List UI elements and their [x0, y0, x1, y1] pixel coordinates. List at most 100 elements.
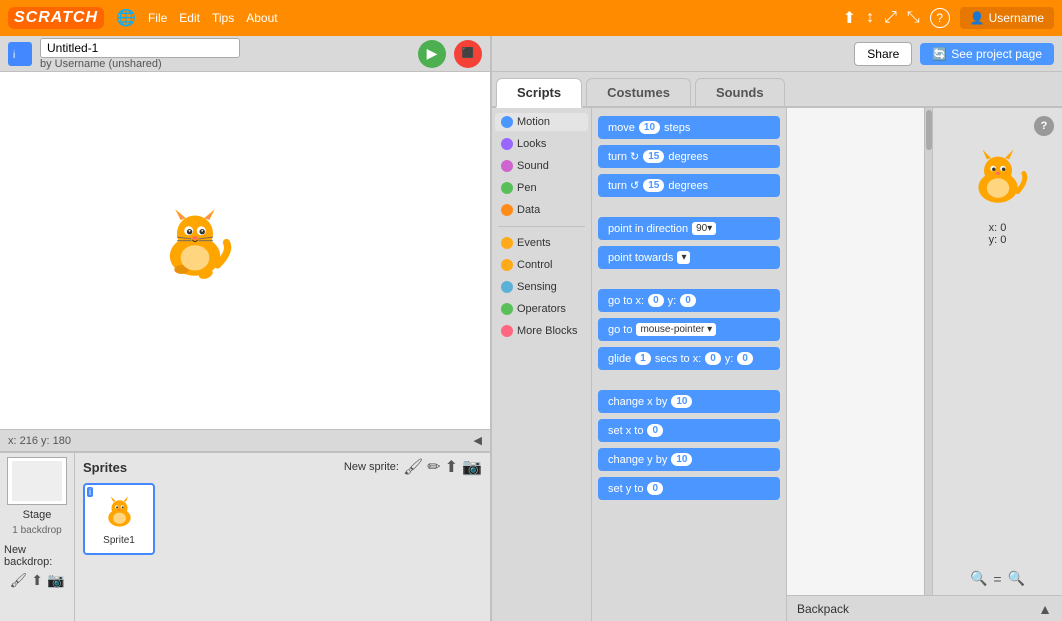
glide-secs[interactable]: 1 — [635, 352, 651, 365]
move-steps-block[interactable]: move 10 steps — [598, 116, 780, 139]
see-project-button[interactable]: 🔄 See project page — [920, 43, 1054, 65]
stage-subtitle: by Username (unshared) — [40, 58, 410, 70]
paint-sprite-icon[interactable]: 🖌 — [403, 457, 423, 477]
set-x-block[interactable]: set x to 0 — [598, 419, 780, 442]
costumes-tab[interactable]: Costumes — [586, 78, 691, 106]
glide-x[interactable]: 0 — [705, 352, 721, 365]
more-blocks-category[interactable]: More Blocks — [495, 322, 588, 340]
goto-x-number[interactable]: 0 — [648, 294, 664, 307]
backpack-label: Backpack — [797, 602, 849, 616]
expand2-icon[interactable]: ⤡ — [907, 9, 920, 27]
edit-menu[interactable]: Edit — [179, 11, 200, 25]
motion-category[interactable]: Motion — [495, 113, 588, 131]
share-button[interactable]: Share — [854, 42, 912, 66]
stop-button[interactable]: ⬛ — [454, 40, 482, 68]
change-y-block[interactable]: change y by 10 — [598, 448, 780, 471]
glide-block[interactable]: glide 1 secs to x: 0 y: 0 — [598, 347, 780, 370]
motion-label: Motion — [517, 116, 550, 128]
point-towards-dropdown[interactable]: ▾ — [677, 251, 690, 264]
turn-ccw-block[interactable]: turn ↺ 15 degrees — [598, 174, 780, 197]
stage-label: Stage — [23, 509, 52, 521]
operators-category[interactable]: Operators — [495, 300, 588, 318]
point-towards-block[interactable]: point towards ▾ — [598, 246, 780, 269]
set-y-block[interactable]: set y to 0 — [598, 477, 780, 500]
change-y-number[interactable]: 10 — [671, 453, 692, 466]
move-steps-number[interactable]: 10 — [639, 121, 660, 134]
about-menu[interactable]: About — [246, 11, 277, 25]
control-category[interactable]: Control — [495, 256, 588, 274]
category-divider — [498, 226, 585, 227]
events-dot — [501, 237, 513, 249]
go-to-label: go to — [608, 324, 632, 336]
zoom-out-icon[interactable]: 🔍 — [970, 570, 987, 587]
arrows-icon[interactable]: ↕ — [866, 9, 874, 27]
turn-cw-block[interactable]: turn ↻ 15 degrees — [598, 145, 780, 168]
change-x-label: change x by — [608, 396, 667, 408]
zoom-in-icon[interactable]: 🔍 — [1008, 570, 1025, 587]
see-project-icon: 🔄 — [932, 47, 947, 61]
go-to-xy-block[interactable]: go to x: 0 y: 0 — [598, 289, 780, 312]
scratch-logo[interactable]: SCRATCH — [8, 7, 104, 29]
tips-menu[interactable]: Tips — [212, 11, 234, 25]
stage-title-section: Untitled-1 by Username (unshared) — [40, 38, 410, 70]
globe-icon[interactable]: 🌐 — [116, 8, 136, 28]
sounds-tab[interactable]: Sounds — [695, 78, 785, 106]
collapse-arrow[interactable]: ◀ — [474, 434, 482, 447]
stage-thumbnail[interactable] — [7, 457, 67, 505]
block-categories: Motion Looks Sound Pen Data — [492, 108, 592, 621]
scripts-tab[interactable]: Scripts — [496, 78, 582, 108]
top-action-bar: Share 🔄 See project page — [492, 36, 1062, 72]
change-x-block[interactable]: change x by 10 — [598, 390, 780, 413]
backpack-arrow[interactable]: ▲ — [1038, 601, 1052, 617]
set-x-number[interactable]: 0 — [647, 424, 663, 437]
zoom-fit-icon[interactable]: = — [993, 571, 1001, 587]
go-to-dropdown[interactable]: mouse-pointer ▾ — [636, 323, 716, 336]
paint-backdrop-icon[interactable]: 🖌 — [10, 572, 28, 589]
sprite-item-sprite1[interactable]: i Sprite1 — [83, 483, 155, 555]
pen-label: Pen — [517, 182, 537, 194]
control-dot — [501, 259, 513, 271]
green-flag-button[interactable]: ▶ — [418, 40, 446, 68]
camera-sprite-icon[interactable]: 📷 — [462, 457, 482, 477]
point-direction-block[interactable]: point in direction 90▾ — [598, 217, 780, 240]
project-name-input[interactable]: Untitled-1 — [40, 38, 240, 58]
upload-backdrop-icon[interactable]: ⬆ — [31, 572, 43, 589]
expand-icon[interactable]: ⤢ — [884, 9, 897, 27]
file-menu[interactable]: File — [148, 11, 167, 25]
point-dir-dropdown[interactable]: 90▾ — [692, 222, 716, 235]
sensing-category[interactable]: Sensing — [495, 278, 588, 296]
move-steps-suffix: steps — [664, 122, 690, 134]
zoom-controls: 🔍 = 🔍 — [941, 570, 1054, 587]
pen-category[interactable]: Pen — [495, 179, 588, 197]
sprite-x-coord: x: 0 — [941, 222, 1054, 234]
cat-sprite — [150, 202, 240, 292]
palette-scrollbar-thumb[interactable] — [926, 110, 932, 150]
looks-category[interactable]: Looks — [495, 135, 588, 153]
turn-ccw-number[interactable]: 15 — [643, 179, 664, 192]
upload-icon[interactable]: ⬆ — [843, 8, 856, 28]
glide-secs-label: secs to x: — [655, 353, 701, 365]
sound-category[interactable]: Sound — [495, 157, 588, 175]
data-category[interactable]: Data — [495, 201, 588, 219]
sprite-help-icon[interactable]: ? — [1034, 116, 1054, 136]
palette-scrollbar-track[interactable] — [924, 108, 932, 595]
edit-sprite-icon[interactable]: ✏ — [427, 457, 440, 477]
script-area[interactable] — [787, 108, 932, 595]
upload-sprite-icon[interactable]: ⬆ — [445, 457, 458, 477]
turn-cw-number[interactable]: 15 — [643, 150, 664, 163]
goto-y-number[interactable]: 0 — [680, 294, 696, 307]
sprite-items-container: i Sprite1 — [83, 483, 482, 555]
sprite-coords: x: 0 y: 0 — [941, 222, 1054, 246]
stage-section: Stage 1 backdrop New backdrop: 🖌 ⬆ 📷 — [0, 453, 75, 621]
username-button[interactable]: 👤 Username — [960, 7, 1054, 29]
scripts-content: Motion Looks Sound Pen Data — [492, 108, 1062, 621]
events-category[interactable]: Events — [495, 234, 588, 252]
set-y-label: set y to — [608, 483, 643, 495]
camera-backdrop-icon[interactable]: 📷 — [47, 572, 64, 589]
set-y-number[interactable]: 0 — [647, 482, 663, 495]
move-label: move — [608, 122, 635, 134]
change-x-number[interactable]: 10 — [671, 395, 692, 408]
glide-y[interactable]: 0 — [737, 352, 753, 365]
go-to-block[interactable]: go to mouse-pointer ▾ — [598, 318, 780, 341]
help-icon[interactable]: ? — [930, 8, 950, 28]
